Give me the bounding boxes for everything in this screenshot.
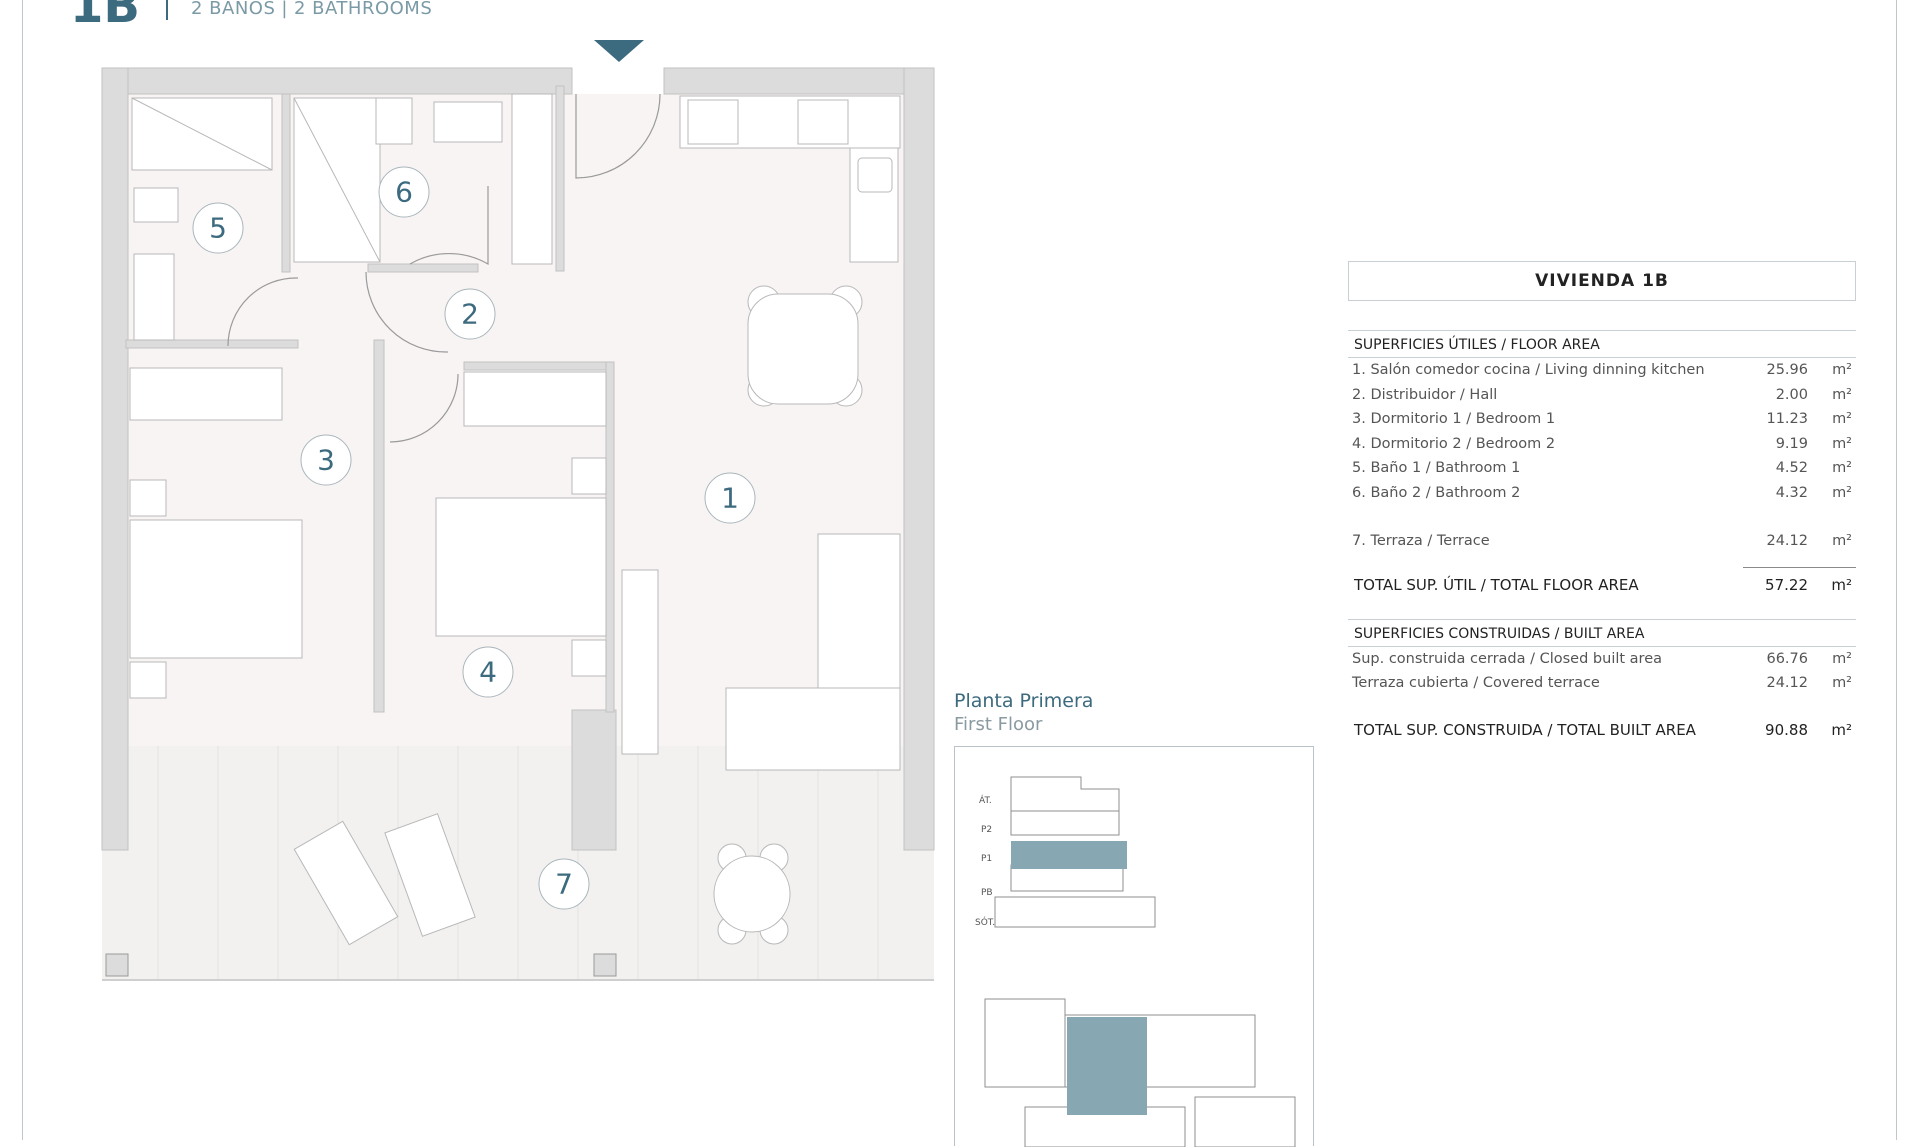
room-label: 1. Salón comedor cocina / Living dinning…	[1352, 362, 1705, 379]
room-number-3: 3	[317, 444, 335, 477]
total-built-area-unit: m²	[1831, 720, 1852, 739]
terrace-table	[713, 843, 791, 945]
table-row: 5. Baño 1 / Bathroom 1 4.52 m²	[1348, 456, 1856, 481]
room-label: 5. Baño 1 / Bathroom 1	[1352, 460, 1521, 477]
total-floor-area-value: 57.22	[1765, 575, 1808, 594]
room-unit: m²	[1832, 362, 1852, 379]
table-row: 3. Dormitorio 1 / Bedroom 1 11.23 m²	[1348, 407, 1856, 432]
key-plan: ÁT. P2 P1 PB SÓT.	[954, 746, 1314, 1147]
level-pb: PB	[981, 888, 993, 898]
room-number-5: 5	[209, 212, 227, 245]
key-plan-highlight	[1011, 841, 1127, 869]
built-label: Sup. construida cerrada / Closed built a…	[1352, 650, 1663, 667]
table-row: 1. Salón comedor cocina / Living dinning…	[1348, 358, 1856, 383]
room-value: 25.96	[1766, 362, 1808, 379]
room-number-1: 1	[721, 482, 739, 515]
unit-code: 1B	[70, 0, 140, 34]
room-number-6: 6	[395, 176, 413, 209]
subtitle-separator: |	[281, 0, 288, 19]
baths-es: 2 BAÑOS	[191, 0, 276, 19]
baths-en: 2 BATHROOMS	[293, 0, 433, 19]
frame-line-right	[1896, 0, 1897, 1140]
tv-unit	[621, 569, 659, 755]
room-label: 2. Distribuidor / Hall	[1352, 386, 1498, 403]
useful-area-heading: SUPERFICIES ÚTILES / FLOOR AREA	[1348, 330, 1856, 358]
key-plan-unit-highlight	[1067, 1017, 1147, 1115]
header-separator	[166, 0, 168, 20]
frame-line-left	[22, 0, 23, 1140]
terrace-row: 7. Terraza / Terrace 24.12 m²	[1348, 529, 1856, 554]
total-built-area-row: TOTAL SUP. CONSTRUIDA / TOTAL BUILT AREA…	[1348, 714, 1856, 746]
row-gap	[1348, 505, 1856, 529]
terrace-unit: m²	[1832, 533, 1852, 550]
total-floor-area-label: TOTAL SUP. ÚTIL / TOTAL FLOOR AREA	[1354, 575, 1639, 594]
room-value: 9.19	[1775, 435, 1808, 452]
total-built-area-label: TOTAL SUP. CONSTRUIDA / TOTAL BUILT AREA	[1354, 720, 1696, 739]
room-label: 6. Baño 2 / Bathroom 2	[1352, 484, 1521, 501]
room-number-2: 2	[461, 298, 479, 331]
table-row: Sup. construida cerrada / Closed built a…	[1348, 647, 1856, 672]
dining-table	[747, 285, 863, 407]
built-area-heading: SUPERFICIES CONSTRUIDAS / BUILT AREA	[1348, 618, 1856, 647]
room-value: 11.23	[1766, 411, 1808, 428]
table-title: VIVIENDA 1B	[1348, 261, 1856, 301]
room-label: 4. Dormitorio 2 / Bedroom 2	[1352, 435, 1556, 452]
floor-plan: 1 2 3 4 5 6 7	[101, 40, 935, 981]
wardrobe-hall	[511, 93, 553, 265]
table-row: 2. Distribuidor / Hall 2.00 m²	[1348, 383, 1856, 408]
level-at: ÁT.	[979, 794, 992, 806]
room-unit: m²	[1832, 411, 1852, 428]
table-row: 4. Dormitorio 2 / Bedroom 2 9.19 m²	[1348, 432, 1856, 457]
built-unit: m²	[1832, 650, 1852, 667]
level-sot: SÓT.	[975, 916, 995, 928]
floor-name-es: Planta Primera	[954, 690, 1094, 712]
bathrooms-subtitle: 2 BAÑOS | 2 BATHROOMS	[191, 0, 432, 19]
level-p1: P1	[981, 854, 992, 864]
level-p2: P2	[981, 825, 992, 835]
total-built-area-value: 90.88	[1765, 720, 1808, 739]
terrace-label: 7. Terraza / Terrace	[1352, 533, 1490, 550]
total-floor-area-unit: m²	[1831, 575, 1852, 594]
bedroom-3-furniture	[129, 367, 303, 699]
built-value: 24.12	[1766, 675, 1808, 692]
room-number-7: 7	[555, 868, 573, 901]
area-table: VIVIENDA 1B SUPERFICIES ÚTILES / FLOOR A…	[1348, 261, 1856, 746]
room-value: 4.52	[1775, 460, 1808, 477]
room-value: 4.32	[1775, 484, 1808, 501]
floor-label: Planta Primera First Floor	[954, 690, 1093, 735]
built-value: 66.76	[1766, 650, 1808, 667]
floor-name-en: First Floor	[954, 714, 1043, 735]
built-label: Terraza cubierta / Covered terrace	[1352, 675, 1600, 692]
built-unit: m²	[1832, 675, 1852, 692]
table-row: 6. Baño 2 / Bathroom 2 4.32 m²	[1348, 481, 1856, 506]
room-unit: m²	[1832, 460, 1852, 477]
room-label: 3. Dormitorio 1 / Bedroom 1	[1352, 411, 1556, 428]
terrace-value: 24.12	[1766, 533, 1808, 550]
room-unit: m²	[1832, 386, 1852, 403]
room-value: 2.00	[1775, 386, 1808, 403]
room-number-4: 4	[479, 656, 497, 689]
total-floor-area-row: TOTAL SUP. ÚTIL / TOTAL FLOOR AREA 57.22…	[1348, 566, 1856, 603]
key-plan-drawing: ÁT. P2 P1 PB SÓT.	[975, 776, 1296, 1147]
room-unit: m²	[1832, 435, 1852, 452]
built-area-section: SUPERFICIES CONSTRUIDAS / BUILT AREA Sup…	[1348, 618, 1856, 746]
entrance-arrow-icon	[594, 40, 644, 62]
room-unit: m²	[1832, 484, 1852, 501]
table-row: Terraza cubierta / Covered terrace 24.12…	[1348, 671, 1856, 696]
